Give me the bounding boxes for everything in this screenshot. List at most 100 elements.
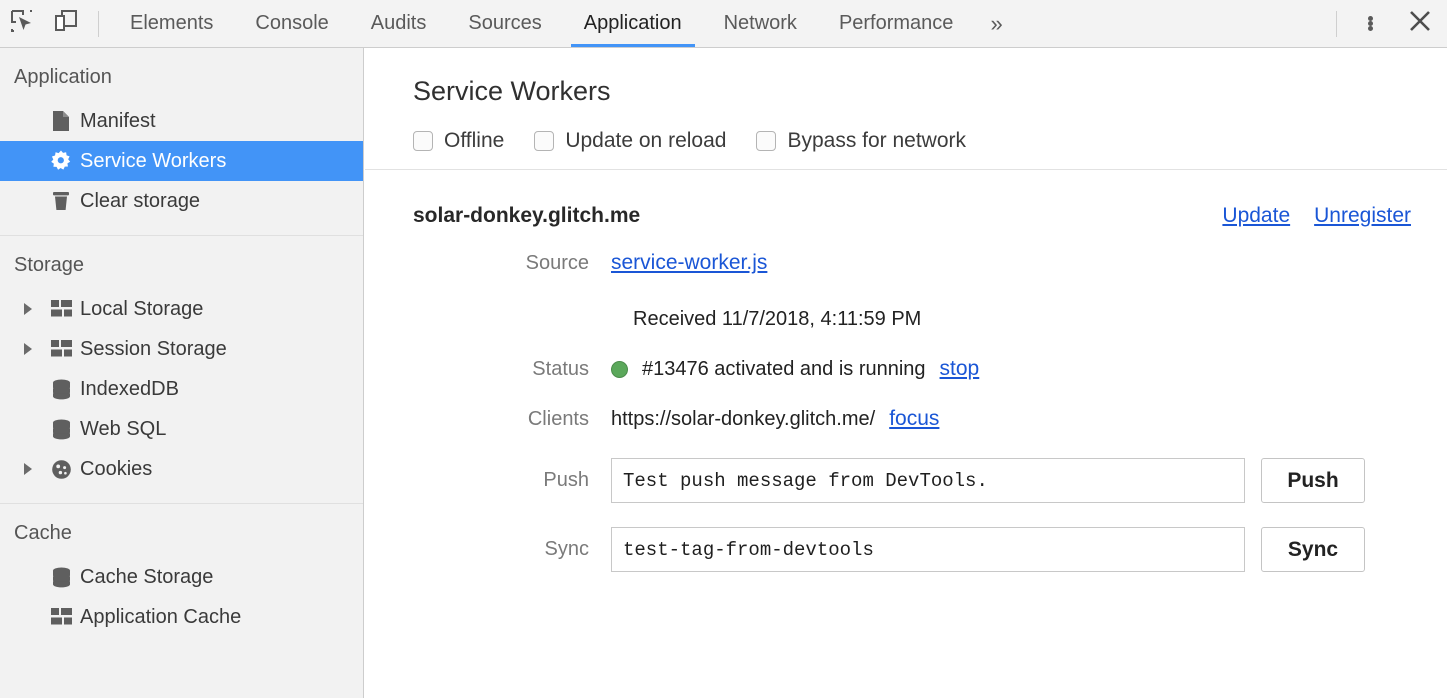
devtools-window: Elements Console Audits Sources Applicat…	[0, 0, 1447, 698]
device-toolbar-icon	[53, 8, 79, 39]
database-icon	[46, 379, 76, 400]
tab-audits[interactable]: Audits	[350, 0, 448, 47]
toolbar-divider	[98, 11, 99, 37]
tab-label: Audits	[371, 12, 427, 35]
sidebar-item-label: Local Storage	[76, 298, 203, 321]
bypass-for-network-checkbox[interactable]	[756, 131, 776, 151]
gear-icon	[46, 150, 76, 172]
device-toolbar-button[interactable]	[44, 2, 88, 46]
sidebar-item-label: Application Cache	[76, 606, 241, 629]
source-row: Source service-worker.js	[365, 248, 1447, 278]
tab-network[interactable]: Network	[703, 0, 818, 47]
sidebar-item-local-storage[interactable]: Local Storage	[0, 289, 363, 329]
devtools-toolbar: Elements Console Audits Sources Applicat…	[0, 0, 1447, 48]
service-worker-registration-header: solar-donkey.glitch.me Update Unregister	[365, 170, 1447, 228]
sidebar-item-clear-storage[interactable]: Clear storage	[0, 181, 363, 221]
sidebar-item-application-cache[interactable]: Application Cache	[0, 597, 363, 637]
sidebar-section-title: Storage	[0, 236, 363, 289]
bypass-for-network-checkbox-item[interactable]: Bypass for network	[756, 129, 966, 153]
cookie-icon	[46, 459, 76, 480]
bypass-for-network-label: Bypass for network	[787, 129, 966, 153]
push-input[interactable]	[611, 458, 1245, 503]
offline-checkbox[interactable]	[413, 131, 433, 151]
status-badge	[611, 361, 628, 378]
source-file-link[interactable]: service-worker.js	[611, 248, 767, 278]
status-text: #13476 activated and is running	[642, 354, 926, 384]
tab-console[interactable]: Console	[234, 0, 349, 47]
status-label: Status	[413, 354, 611, 384]
sidebar-item-session-storage[interactable]: Session Storage	[0, 329, 363, 369]
panel-tabs: Elements Console Audits Sources Applicat…	[109, 0, 974, 47]
close-devtools-button[interactable]	[1393, 1, 1447, 47]
trash-icon	[46, 190, 76, 212]
expand-triangle-icon[interactable]	[24, 463, 46, 475]
sidebar-item-label: Clear storage	[76, 190, 200, 213]
tab-elements[interactable]: Elements	[109, 0, 234, 47]
application-sidebar[interactable]: Application Manifest Service	[0, 48, 364, 698]
focus-link[interactable]: focus	[889, 404, 939, 434]
chevron-double-right-icon: »	[990, 11, 1000, 37]
clients-label: Clients	[413, 404, 611, 434]
push-button[interactable]: Push	[1261, 458, 1365, 503]
tab-application[interactable]: Application	[563, 0, 703, 47]
service-worker-options: Offline Update on reload Bypass for netw…	[365, 107, 1447, 155]
update-link[interactable]: Update	[1222, 204, 1290, 228]
tab-performance[interactable]: Performance	[818, 0, 975, 47]
tab-label: Elements	[130, 12, 213, 35]
tab-label: Console	[255, 12, 328, 35]
update-on-reload-label: Update on reload	[565, 129, 726, 153]
sidebar-item-web-sql[interactable]: Web SQL	[0, 409, 363, 449]
sync-button[interactable]: Sync	[1261, 527, 1365, 572]
offline-checkbox-item[interactable]: Offline	[413, 129, 504, 153]
client-url: https://solar-donkey.glitch.me/	[611, 404, 875, 434]
tab-label: Sources	[468, 12, 541, 35]
source-received-text: Received 11/7/2018, 4:11:59 PM	[365, 304, 1447, 334]
status-value: #13476 activated and is running stop	[611, 354, 979, 384]
sidebar-item-label: Cookies	[76, 458, 152, 481]
table-icon	[46, 340, 76, 358]
clients-row: Clients https://solar-donkey.glitch.me/ …	[365, 404, 1447, 434]
sync-label: Sync	[413, 538, 611, 561]
expand-triangle-icon[interactable]	[24, 343, 46, 355]
source-label: Source	[413, 248, 611, 278]
source-value: service-worker.js	[611, 248, 767, 278]
sidebar-item-cache-storage[interactable]: Cache Storage	[0, 557, 363, 597]
sidebar-item-manifest[interactable]: Manifest	[0, 101, 363, 141]
toolbar-right-group	[1326, 0, 1447, 48]
tab-label: Network	[724, 12, 797, 35]
clients-value: https://solar-donkey.glitch.me/ focus	[611, 404, 939, 434]
sync-input[interactable]	[611, 527, 1245, 572]
table-icon	[46, 608, 76, 626]
inspect-element-button[interactable]	[0, 2, 44, 46]
sidebar-item-label: Web SQL	[76, 418, 166, 441]
sidebar-section-storage: Storage Local Storage	[0, 235, 363, 503]
page-title: Service Workers	[365, 48, 1447, 107]
database-icon	[46, 567, 76, 588]
push-label: Push	[413, 469, 611, 492]
database-icon	[46, 419, 76, 440]
unregister-link[interactable]: Unregister	[1314, 204, 1411, 228]
update-on-reload-checkbox-item[interactable]: Update on reload	[534, 129, 726, 153]
kebab-menu-icon	[1368, 16, 1373, 31]
sidebar-item-cookies[interactable]: Cookies	[0, 449, 363, 489]
sidebar-section-title: Application	[0, 48, 363, 101]
tab-label: Application	[584, 12, 682, 35]
tab-sources[interactable]: Sources	[447, 0, 562, 47]
more-tabs-button[interactable]: »	[974, 11, 1016, 37]
sidebar-item-label: IndexedDB	[76, 378, 179, 401]
stop-link[interactable]: stop	[940, 354, 980, 384]
expand-triangle-icon[interactable]	[24, 303, 46, 315]
offline-label: Offline	[444, 129, 504, 153]
sidebar-item-indexeddb[interactable]: IndexedDB	[0, 369, 363, 409]
registration-actions: Update Unregister	[1222, 204, 1411, 228]
sidebar-item-service-workers[interactable]: Service Workers	[0, 141, 363, 181]
sync-row: Sync Sync	[365, 527, 1447, 572]
sidebar-section-cache: Cache Cache Storage	[0, 503, 363, 637]
sidebar-section-title: Cache	[0, 504, 363, 557]
update-on-reload-checkbox[interactable]	[534, 131, 554, 151]
inspect-element-icon	[9, 8, 35, 39]
table-icon	[46, 300, 76, 318]
service-workers-panel: Service Workers Offline Update on reload…	[365, 48, 1447, 698]
sidebar-section-spacer	[0, 489, 363, 503]
kebab-menu-button[interactable]	[1347, 1, 1393, 47]
